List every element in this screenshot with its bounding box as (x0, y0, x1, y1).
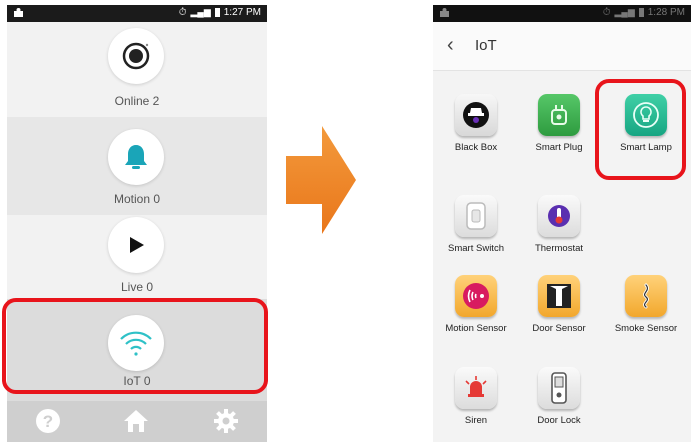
door-lock-icon (538, 367, 580, 409)
device-label: Door Sensor (532, 323, 586, 334)
siren-icon (455, 367, 497, 409)
live-item[interactable]: Live 0 (7, 215, 267, 299)
device-tile-smart-plug[interactable]: Smart Plug (517, 94, 601, 153)
device-tile-motion-sensor[interactable]: Motion Sensor (434, 275, 518, 334)
motion-label: Motion 0 (113, 192, 161, 206)
device-tile-thermostat[interactable]: Thermostat (517, 195, 601, 261)
device-tile-door-lock[interactable]: Door Lock (517, 367, 601, 442)
signal-icon: ▂▄▆ (614, 7, 635, 17)
page-title: IoT (475, 37, 497, 54)
device-tile-black-box[interactable]: Black Box (434, 94, 518, 153)
door-sensor-icon (538, 275, 580, 317)
smart-plug-icon (538, 94, 580, 136)
settings-icon[interactable] (212, 407, 240, 435)
phone-screen-iot: ⏱ ▂▄▆ 1:28 PM ‹ IoT Black Box Smart Plug… (433, 5, 691, 442)
motion-sensor-icon (455, 275, 497, 317)
black-box-icon (455, 94, 497, 136)
device-label: Siren (464, 415, 488, 426)
device-label: Smart Plug (535, 142, 583, 153)
notification-icon (440, 8, 449, 17)
status-bar: ⏱ ▂▄▆ 1:28 PM (433, 5, 691, 22)
bell-icon (108, 129, 164, 185)
device-tile-siren[interactable]: Siren (434, 367, 518, 442)
device-label: Motion Sensor (445, 323, 507, 334)
help-icon[interactable]: ? (34, 407, 62, 435)
smart-switch-icon (455, 195, 497, 237)
motion-item[interactable]: Motion 0 (7, 117, 267, 215)
device-tile-smart-switch[interactable]: Smart Switch (434, 195, 518, 261)
header-bar: ‹ IoT (433, 22, 691, 71)
back-chevron-icon[interactable]: ‹ (447, 34, 454, 57)
iot-highlight-box (2, 298, 268, 394)
signal-icon: ▂▄▆ (190, 7, 211, 17)
record-icon (108, 28, 164, 84)
status-time: 1:27 PM (223, 7, 261, 18)
online-item[interactable]: Online 2 (7, 22, 267, 117)
notification-icon (14, 8, 23, 17)
device-tile-door-sensor[interactable]: Door Sensor (517, 275, 601, 334)
device-tile-smoke-sensor[interactable]: Smoke Sensor (604, 275, 688, 334)
alarm-icon: ⏱ (178, 7, 187, 18)
arrow-right-icon (286, 126, 356, 234)
device-label: Black Box (454, 142, 498, 153)
play-icon (108, 217, 164, 273)
thermostat-icon (538, 195, 580, 237)
bottom-nav-bar: ? (7, 401, 267, 442)
battery-icon (214, 8, 220, 17)
alarm-icon: ⏱ (602, 7, 611, 18)
live-label: Live 0 (120, 280, 154, 294)
smart-lamp-highlight-box (595, 79, 686, 180)
home-icon[interactable] (122, 407, 150, 435)
status-time: 1:28 PM (647, 7, 685, 18)
status-bar: ⏱ ▂▄▆ 1:27 PM (7, 5, 267, 22)
device-label: Smoke Sensor (614, 323, 678, 334)
smoke-sensor-icon (625, 275, 667, 317)
online-label: Online 2 (114, 94, 160, 108)
device-label: Door Lock (537, 415, 581, 426)
battery-icon (638, 8, 644, 17)
device-label: Smart Switch (448, 243, 504, 254)
svg-text:?: ? (43, 412, 53, 431)
device-label: Thermostat (534, 243, 584, 254)
